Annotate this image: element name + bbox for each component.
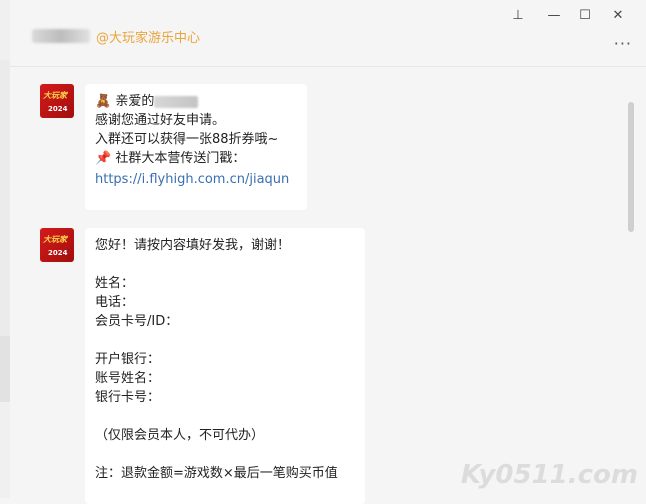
avatar-year-text: 2024 — [48, 249, 68, 257]
avatar-logo-text: 大玩家 — [43, 91, 67, 100]
minimize-icon[interactable]: — — [546, 8, 562, 24]
conversation-list-item-selected[interactable] — [0, 336, 10, 402]
blurred-contact-name — [32, 29, 90, 43]
maximize-icon[interactable]: ☐ — [577, 8, 593, 24]
conversation-list-edge — [0, 0, 10, 498]
message-line: （仅限会员本人，不可代办） — [95, 428, 265, 443]
close-icon[interactable]: ✕ — [610, 8, 626, 24]
contact-org-label: @大玩家游乐中心 — [96, 30, 201, 46]
pushpin-icon: 📌 — [95, 151, 112, 166]
message-row: 大玩家 2024 您好！请按内容填好发我，谢谢！ 姓名： 电话： 会员卡号/ID… — [40, 228, 365, 504]
chat-scrollbar[interactable] — [628, 102, 634, 232]
portal-text: 社群大本营传送门戳： — [115, 151, 246, 166]
avatar-logo-text: 大玩家 — [43, 235, 67, 244]
message-bubble[interactable]: 您好！请按内容填好发我，谢谢！ 姓名： 电话： 会员卡号/ID： 开户银行： 账… — [85, 228, 365, 504]
message-row: 大玩家 2024 🧸 亲爱的 感谢您通过好友申请。 入群还可以获得一张88折券哦… — [40, 84, 307, 210]
contact-title[interactable]: @大玩家游乐中心 — [32, 26, 200, 46]
watermark: Ky0511.com — [460, 460, 638, 490]
avatar[interactable]: 大玩家 2024 — [40, 84, 74, 118]
message-line: 会员卡号/ID： — [95, 314, 179, 329]
message-line: 您好！请按内容填好发我，谢谢！ — [95, 238, 291, 253]
message-bubble[interactable]: 🧸 亲爱的 感谢您通过好友申请。 入群还可以获得一张88折券哦~ 📌 社群大本营… — [85, 84, 307, 210]
pin-icon[interactable]: ⊥ — [510, 8, 526, 24]
message-line: 电话： — [95, 295, 135, 310]
chat-header: @大玩家游乐中心 ⊥ — ☐ ✕ ··· — [10, 0, 646, 67]
avatar[interactable]: 大玩家 2024 — [40, 228, 74, 262]
message-line: 📌 社群大本营传送门戳： — [95, 149, 297, 168]
more-icon[interactable]: ··· — [614, 34, 632, 53]
message-line: 开户银行： — [95, 352, 161, 367]
message-line: 姓名： — [95, 276, 135, 291]
message-line: 入群还可以获得一张88折券哦~ — [95, 132, 279, 147]
community-link[interactable]: https://i.flyhigh.com.cn/jiaqun — [95, 170, 297, 189]
message-line: 注：退款金额=游戏数×最后一笔购买币值 — [95, 466, 338, 481]
blurred-username — [154, 95, 199, 108]
greeting-text: 亲爱的 — [115, 94, 155, 109]
message-line: 账号姓名： — [95, 371, 161, 386]
teddy-bear-icon: 🧸 — [95, 94, 112, 109]
message-line: 🧸 亲爱的 — [95, 92, 297, 111]
message-line: 感谢您通过好友申请。 — [95, 113, 226, 128]
avatar-year-text: 2024 — [48, 105, 68, 113]
conversation-list-item[interactable] — [0, 60, 10, 336]
message-line: 银行卡号： — [95, 390, 161, 405]
